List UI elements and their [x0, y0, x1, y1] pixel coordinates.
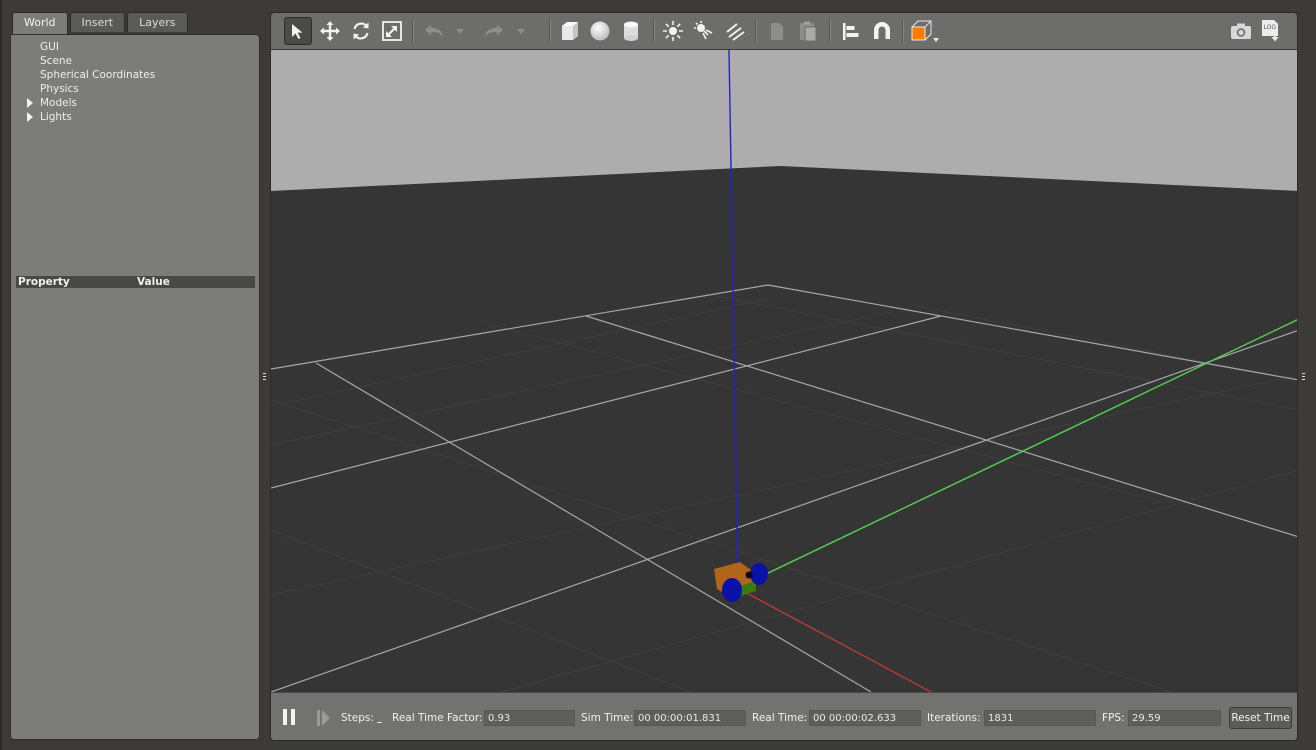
insert-box-button[interactable]: [555, 17, 583, 45]
spot-light-icon: [694, 21, 713, 40]
select-mode-button[interactable]: [284, 17, 312, 45]
value-column-header[interactable]: Value: [137, 276, 170, 288]
expand-arrow-icon[interactable]: [27, 112, 33, 122]
iterations-value: 1831: [984, 710, 1096, 726]
translate-mode-button[interactable]: [316, 17, 344, 45]
steps-label: Steps:: [341, 712, 374, 724]
sim-time-label: Sim Time:: [581, 712, 634, 724]
scene-render: [271, 49, 1297, 693]
robot-wheel-left: [722, 578, 742, 602]
point-light-icon: [663, 21, 683, 41]
undo-history-dropdown[interactable]: [453, 17, 467, 45]
iterations-label: Iterations:: [927, 712, 981, 724]
paste-button[interactable]: [794, 17, 822, 45]
robot-caster: [745, 571, 753, 579]
tree-item-label: Lights: [40, 111, 72, 123]
tree-item-gui[interactable]: GUI: [11, 40, 259, 54]
expand-arrow-icon[interactable]: [27, 98, 33, 108]
view-angle-icon: [911, 20, 939, 42]
undo-dropdown-icon: [456, 28, 464, 34]
tree-item-label: GUI: [40, 41, 59, 53]
redo-history-dropdown[interactable]: [514, 17, 528, 45]
real-time-value: 00 00:00:02.633: [809, 710, 921, 726]
insert-cylinder-button[interactable]: [617, 17, 645, 45]
insert-spot-light-button[interactable]: [690, 17, 718, 45]
3d-viewport[interactable]: [271, 49, 1297, 693]
world-tree: GUI Scene Spherical Coordinates Physics …: [11, 40, 259, 124]
log-icon: LOG: [1262, 20, 1279, 42]
pause-icon[interactable]: [281, 708, 297, 726]
tree-item-physics[interactable]: Physics: [11, 82, 259, 96]
redo-button[interactable]: [480, 17, 508, 45]
tree-item-label: Scene: [40, 55, 73, 67]
svg-text:LOG: LOG: [1264, 24, 1277, 31]
screenshot-camera-icon: [1231, 23, 1251, 39]
world-panel: GUI Scene Spherical Coordinates Physics …: [10, 34, 260, 740]
scene-area: LOG Steps: Real Time Factor: 0.93 Sim Ti…: [270, 12, 1298, 741]
screenshot-button[interactable]: [1227, 17, 1255, 45]
rotate-icon: [353, 22, 369, 40]
directional-light-icon: [726, 23, 745, 41]
toolbar-separator: [829, 19, 831, 43]
window-left-edge: [0, 0, 2, 750]
paste-icon: [800, 21, 817, 42]
toolbar: LOG: [271, 13, 1297, 50]
toolbar-separator: [653, 19, 655, 43]
tab-layers[interactable]: Layers: [127, 12, 188, 32]
select-arrow-icon: [292, 24, 303, 39]
align-icon: [843, 23, 859, 40]
right-splitter-handle-icon[interactable]: [1302, 373, 1305, 382]
steps-spinbox[interactable]: [377, 722, 382, 723]
undo-icon: [425, 24, 443, 37]
log-button[interactable]: LOG: [1257, 17, 1285, 45]
redo-dropdown-icon: [517, 28, 525, 34]
tab-world[interactable]: World: [12, 12, 68, 34]
toolbar-separator: [412, 19, 414, 43]
toolbar-separator: [755, 19, 757, 43]
tree-item-label: Physics: [40, 83, 79, 95]
tree-item-spherical-coordinates[interactable]: Spherical Coordinates: [11, 68, 259, 82]
snap-button[interactable]: [868, 17, 896, 45]
fps-label: FPS:: [1102, 712, 1125, 724]
real-time-factor-label: Real Time Factor:: [392, 712, 483, 724]
copy-icon: [771, 23, 783, 40]
splitter-grip-icon[interactable]: [133, 270, 141, 285]
property-table-header: Property Value: [16, 276, 255, 288]
tree-item-scene[interactable]: Scene: [11, 54, 259, 68]
snap-magnet-icon: [874, 22, 890, 39]
tree-item-label: Models: [40, 97, 77, 109]
sphere-shape-icon: [590, 21, 610, 41]
scale-icon: [382, 21, 402, 41]
toolbar-separator: [549, 19, 551, 43]
insert-directional-light-button[interactable]: [721, 17, 749, 45]
toolbar-separator: [902, 19, 904, 43]
box-shape-icon: [562, 22, 578, 40]
simulation-status-bar: Steps: Real Time Factor: 0.93 Sim Time: …: [271, 692, 1297, 740]
rotate-mode-button[interactable]: [347, 17, 375, 45]
sim-time-value: 00 00:00:01.831: [634, 710, 746, 726]
left-panel-tabs: World Insert Layers: [12, 12, 190, 34]
cylinder-shape-icon: [624, 21, 638, 41]
tab-insert[interactable]: Insert: [69, 12, 126, 32]
align-button[interactable]: [837, 17, 865, 45]
translate-icon: [320, 21, 340, 41]
view-angle-button[interactable]: [908, 17, 944, 45]
real-time-label: Real Time:: [752, 712, 808, 724]
scale-mode-button[interactable]: [378, 17, 406, 45]
left-splitter-handle-icon[interactable]: [263, 373, 266, 382]
redo-icon: [485, 24, 503, 37]
insert-sphere-button[interactable]: [586, 17, 614, 45]
insert-point-light-button[interactable]: [659, 17, 687, 45]
tree-item-models[interactable]: Models: [11, 96, 259, 110]
real-time-factor-value: 0.93: [484, 710, 575, 726]
fps-value: 29.59: [1128, 710, 1221, 726]
tree-item-label: Spherical Coordinates: [40, 69, 156, 81]
step-forward-icon[interactable]: [315, 709, 333, 727]
copy-button[interactable]: [763, 17, 791, 45]
tree-item-lights[interactable]: Lights: [11, 110, 259, 124]
property-column-header[interactable]: Property: [18, 276, 70, 288]
robot-wheel-right: [750, 563, 768, 585]
reset-time-button[interactable]: Reset Time: [1229, 707, 1292, 729]
undo-button[interactable]: [420, 17, 448, 45]
